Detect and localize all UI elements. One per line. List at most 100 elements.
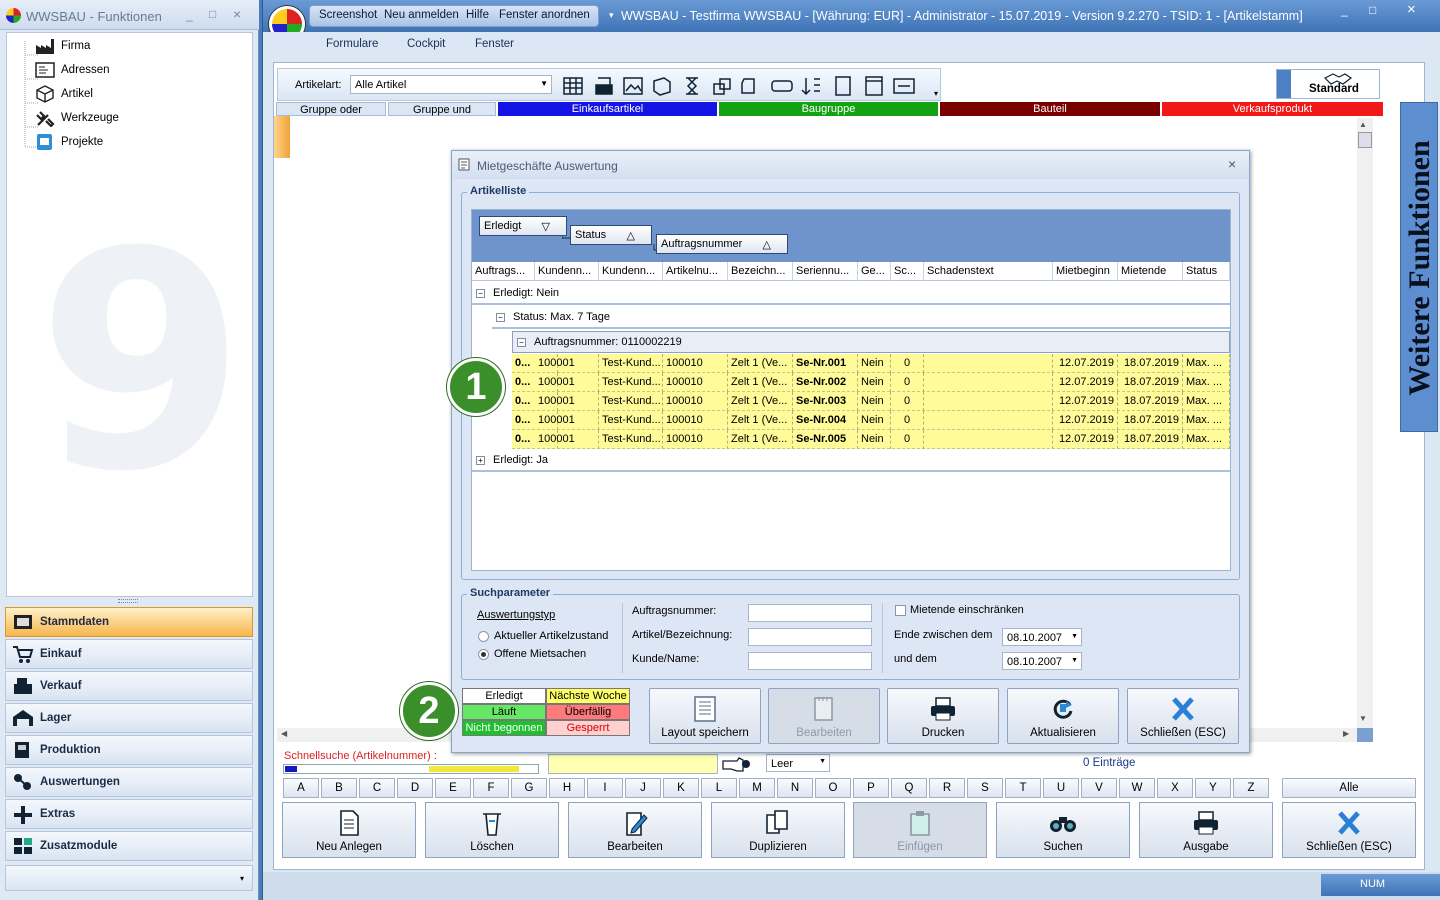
- standard-view-button[interactable]: Standard: [1276, 69, 1380, 99]
- maximize-button[interactable]: □: [209, 7, 216, 21]
- letter-y-button[interactable]: Y: [1195, 778, 1231, 798]
- collapse-icon[interactable]: −: [476, 288, 485, 298]
- dialog-bearbeiten-button[interactable]: Bearbeiten: [768, 688, 880, 744]
- nav-overflow[interactable]: ▾: [5, 865, 253, 891]
- tree-item-adressen[interactable]: Adressen: [35, 59, 110, 81]
- letter-v-button[interactable]: V: [1081, 778, 1117, 798]
- filter-select[interactable]: Leer ▼: [766, 754, 830, 772]
- drucken-button[interactable]: Drucken: [887, 688, 999, 744]
- table-row[interactable]: 0... 100001 Test-Kund... 100010 Zelt 1 (Ve..…: [512, 354, 1230, 373]
- column-header-10[interactable]: Mietende: [1118, 262, 1183, 281]
- column-header-3[interactable]: Artikelnu...: [663, 262, 728, 281]
- table-row[interactable]: 0... 100001 Test-Kund... 100010 Zelt 1 (Ve..…: [512, 411, 1230, 430]
- letter-t-button[interactable]: T: [1005, 778, 1041, 798]
- expand-icon[interactable]: +: [476, 455, 485, 465]
- scroll-left-icon[interactable]: ◀: [281, 729, 287, 738]
- date-from-select[interactable]: 08.10.2007 ▼: [1002, 628, 1082, 646]
- column-header-5[interactable]: Seriennu...: [793, 262, 858, 281]
- letter-s-button[interactable]: S: [967, 778, 1003, 798]
- column-header-7[interactable]: Sc...: [891, 262, 924, 281]
- artikel-bezeichnung-input[interactable]: [748, 628, 872, 646]
- einfuegen-button[interactable]: Einfügen: [853, 802, 987, 858]
- layout-speichern-button[interactable]: Layout speichern: [649, 688, 761, 744]
- scroll-thumb[interactable]: [1358, 132, 1372, 148]
- category-bauteil[interactable]: Bauteil: [940, 102, 1160, 116]
- menu-cockpit[interactable]: Cockpit: [407, 38, 445, 50]
- group-row-erledigt-ja[interactable]: + Erledigt: Ja: [472, 450, 1230, 472]
- nav-extras[interactable]: Extras: [5, 799, 253, 829]
- letter-alle-button[interactable]: Alle: [1282, 778, 1416, 798]
- collapse-icon[interactable]: −: [517, 337, 526, 347]
- menu-formulare[interactable]: Formulare: [326, 38, 378, 50]
- group-row-status[interactable]: − Status: Max. 7 Tage: [492, 307, 1230, 329]
- letter-a-button[interactable]: A: [283, 778, 319, 798]
- group-chip-erledigt[interactable]: Erledigt ▽: [479, 216, 567, 236]
- letter-x-button[interactable]: X: [1157, 778, 1193, 798]
- table-row[interactable]: 0... 100001 Test-Kund... 100010 Zelt 1 (Ve..…: [512, 430, 1230, 449]
- column-header-6[interactable]: Ge...: [858, 262, 891, 281]
- quick-fenster-anordnen[interactable]: Fenster anordnen: [499, 9, 590, 21]
- letter-h-button[interactable]: H: [549, 778, 585, 798]
- column-header-9[interactable]: Mietbeginn: [1053, 262, 1118, 281]
- quick-neu-anmelden[interactable]: Neu anmelden: [384, 9, 459, 21]
- quick-screenshot[interactable]: Screenshot: [319, 9, 377, 21]
- letter-n-button[interactable]: N: [777, 778, 813, 798]
- nav-stammdaten[interactable]: Stammdaten: [5, 607, 253, 637]
- group-chip-status[interactable]: Status △: [570, 225, 652, 245]
- tree-item-artikel[interactable]: Artikel: [35, 83, 93, 105]
- main-minimize-button[interactable]: _: [1341, 3, 1348, 17]
- table-row[interactable]: 0... 100001 Test-Kund... 100010 Zelt 1 (Ve..…: [512, 373, 1230, 392]
- mietende-checkbox[interactable]: [895, 605, 906, 616]
- column-header-1[interactable]: Kundenn...: [535, 262, 599, 281]
- tree-item-projekte[interactable]: Projekte: [35, 131, 103, 153]
- kunde-name-input[interactable]: [748, 652, 872, 670]
- nav-produktion[interactable]: Produktion: [5, 735, 253, 765]
- auftragsnummer-input[interactable]: [748, 604, 872, 622]
- nav-auswertungen[interactable]: Auswertungen: [5, 767, 253, 797]
- dialog-close-icon[interactable]: ×: [1228, 156, 1236, 172]
- letter-b-button[interactable]: B: [321, 778, 357, 798]
- collapse-icon[interactable]: −: [496, 312, 505, 322]
- letter-g-button[interactable]: G: [511, 778, 547, 798]
- letter-o-button[interactable]: O: [815, 778, 851, 798]
- aktualisieren-button[interactable]: Aktualisieren: [1007, 688, 1119, 744]
- customize-qat-icon[interactable]: ▾: [609, 10, 614, 21]
- radio-offene-mietsachen[interactable]: [478, 649, 489, 660]
- column-header-2[interactable]: Kundenn...: [599, 262, 663, 281]
- pointing-hand-icon[interactable]: [722, 753, 752, 775]
- column-header-0[interactable]: Auftrags...: [472, 262, 535, 281]
- group-chip-auftragsnummer[interactable]: Auftragsnummer △: [656, 234, 788, 254]
- letter-j-button[interactable]: J: [625, 778, 661, 798]
- schliessen-main-button[interactable]: Schließen (ESC): [1282, 802, 1416, 858]
- duplizieren-button[interactable]: Duplizieren: [711, 802, 845, 858]
- table-row[interactable]: 0... 100001 Test-Kund... 100010 Zelt 1 (Ve..…: [512, 392, 1230, 411]
- letter-i-button[interactable]: I: [587, 778, 623, 798]
- splitter-grip[interactable]: [118, 599, 138, 603]
- quick-hilfe[interactable]: Hilfe: [466, 9, 489, 21]
- close-button[interactable]: ×: [233, 6, 241, 22]
- column-header-4[interactable]: Bezeichn...: [728, 262, 793, 281]
- category-einkaufsartikel[interactable]: Einkaufsartikel: [498, 102, 717, 116]
- column-header-11[interactable]: Status: [1183, 262, 1230, 281]
- group-row-erledigt-nein[interactable]: − Erledigt: Nein: [472, 283, 1230, 305]
- bearbeiten-button[interactable]: Bearbeiten: [568, 802, 702, 858]
- letter-w-button[interactable]: W: [1119, 778, 1155, 798]
- scroll-up-icon[interactable]: ▲: [1359, 120, 1367, 129]
- letter-m-button[interactable]: M: [739, 778, 775, 798]
- column-header-8[interactable]: Schadenstext: [924, 262, 1053, 281]
- loeschen-button[interactable]: Löschen: [425, 802, 559, 858]
- nav-zusatzmodule[interactable]: Zusatzmodule: [5, 831, 253, 861]
- scroll-right-icon[interactable]: ▶: [1343, 729, 1349, 738]
- letter-d-button[interactable]: D: [397, 778, 433, 798]
- suchen-button[interactable]: Suchen: [996, 802, 1130, 858]
- menu-fenster[interactable]: Fenster: [475, 38, 514, 50]
- neu-anlegen-button[interactable]: Neu Anlegen: [282, 802, 416, 858]
- category-gruppe-und[interactable]: Gruppe und: [388, 102, 496, 116]
- tree-item-werkzeuge[interactable]: Werkzeuge: [35, 107, 119, 129]
- weitere-funktionen-panel[interactable]: Weitere Funktionen: [1400, 102, 1438, 432]
- radio-aktueller-zustand[interactable]: [478, 631, 489, 642]
- scroll-down-icon[interactable]: ▼: [1359, 714, 1367, 723]
- letter-l-button[interactable]: L: [701, 778, 737, 798]
- tree-item-firma[interactable]: Firma: [35, 35, 90, 57]
- group-row-auftrag[interactable]: − Auftragsnummer: 0110002219: [512, 331, 1230, 353]
